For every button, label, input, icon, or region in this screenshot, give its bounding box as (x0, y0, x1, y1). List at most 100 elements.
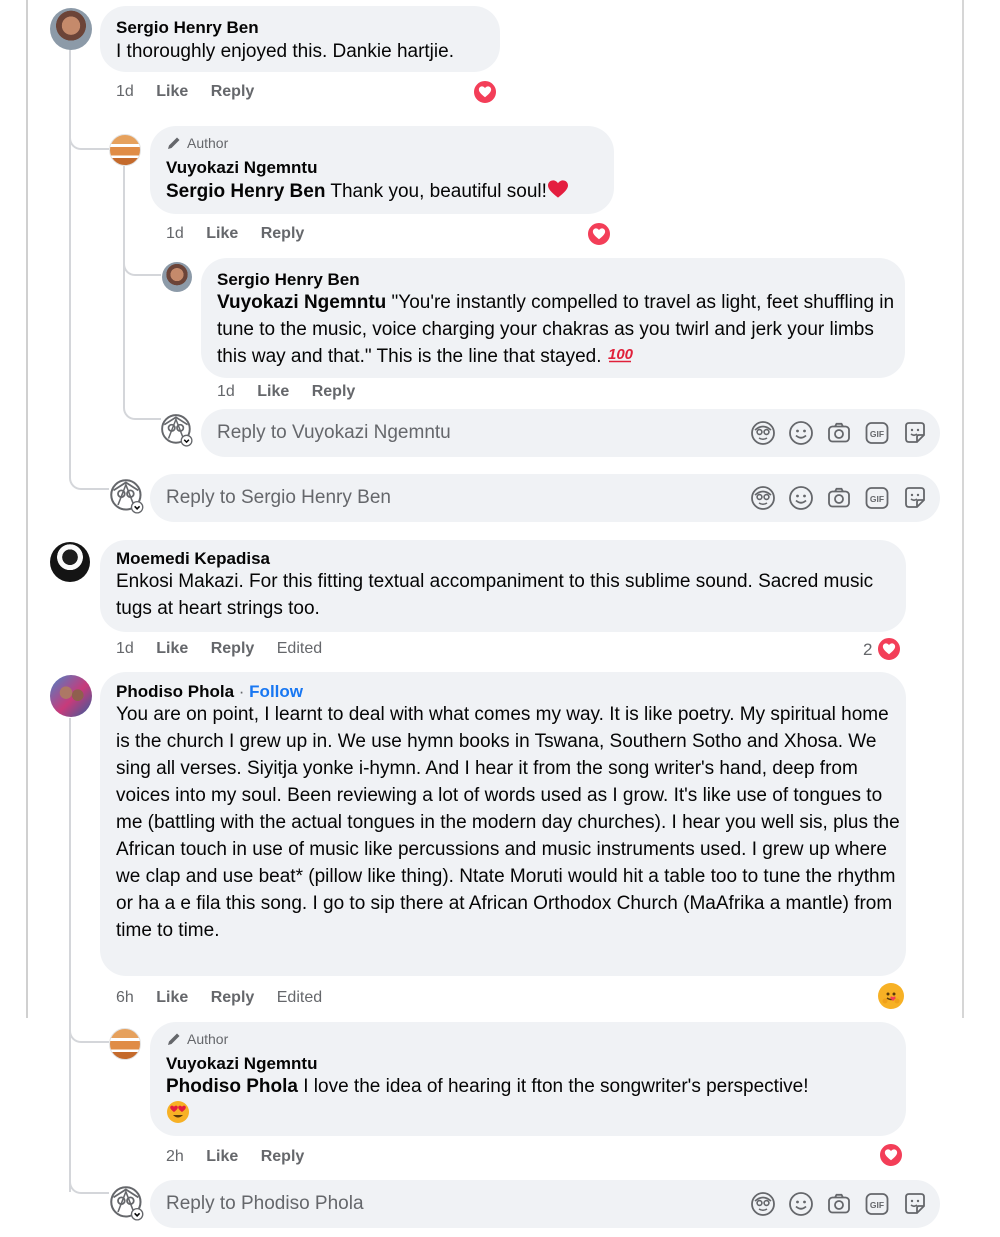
author-label: Author (187, 135, 229, 151)
comment-text: Vuyokazi Ngemntu "You're instantly compe… (217, 289, 897, 370)
avatar-sticker-icon[interactable] (750, 485, 776, 511)
comment-author-name[interactable]: Phodiso Phola (116, 682, 234, 701)
reply-button[interactable]: Reply (312, 383, 356, 400)
avatar-placeholder-icon[interactable] (160, 413, 194, 447)
avatar-sticker-icon[interactable] (750, 1191, 776, 1217)
comment-time[interactable]: 1d (217, 383, 235, 400)
comment-text: Enkosi Makazi. For this fitting textual … (116, 571, 874, 619)
reaction-count[interactable]: 2 (863, 640, 872, 660)
gif-icon[interactable] (864, 485, 890, 511)
reply-placeholder: Reply to Sergio Henry Ben (166, 487, 391, 508)
pencil-icon (168, 1033, 180, 1045)
comment-time[interactable]: 1d (116, 640, 134, 657)
sticker-icon[interactable] (902, 420, 928, 446)
reply-button[interactable]: Reply (261, 225, 305, 242)
heart-shape (882, 642, 896, 656)
thread-elbow (69, 460, 109, 490)
comment-actions: 1d Like Reply (217, 383, 373, 401)
emoji-icon[interactable] (788, 420, 814, 446)
reply-button[interactable]: Reply (261, 1148, 305, 1165)
comment-text: Phodiso Phola I love the idea of hearing… (166, 1073, 890, 1130)
comment-time[interactable]: 1d (166, 225, 184, 242)
composer-tools (750, 420, 928, 446)
mention-link[interactable]: Phodiso Phola (166, 1076, 298, 1097)
reply-button[interactable]: Reply (211, 83, 255, 100)
camera-icon[interactable] (826, 485, 852, 511)
avatar[interactable] (50, 8, 92, 50)
follow-link[interactable]: Follow (249, 682, 303, 701)
svg-text:100: 100 (608, 346, 633, 363)
comment-author-name[interactable]: Sergio Henry Ben (116, 18, 259, 38)
like-button[interactable]: Like (206, 225, 238, 242)
heart-reaction-icon[interactable] (472, 79, 498, 105)
emoji-icon[interactable] (788, 485, 814, 511)
avatar[interactable] (162, 262, 192, 292)
comment-text-body: Thank you, beautiful soul! (325, 181, 547, 202)
comment-actions: 6h Like Reply Edited (116, 989, 340, 1007)
like-button[interactable]: Like (206, 1148, 238, 1165)
reply-input[interactable]: Reply to Vuyokazi Ngemntu (201, 409, 940, 457)
gif-icon[interactable] (864, 420, 890, 446)
author-label: Author (187, 1031, 229, 1047)
reply-button[interactable]: Reply (211, 640, 255, 657)
reply-placeholder: Reply to Phodiso Phola (166, 1193, 364, 1214)
avatar-placeholder-icon[interactable] (109, 1185, 145, 1221)
mention-link[interactable]: Sergio Henry Ben (166, 181, 325, 202)
comment-author-name[interactable]: Vuyokazi Ngemntu (166, 1054, 317, 1074)
comment-author-name[interactable]: Sergio Henry Ben (217, 270, 360, 290)
like-button[interactable]: Like (156, 640, 188, 657)
panel-border-right (962, 0, 964, 1018)
avatar[interactable] (109, 1028, 141, 1060)
comment-author-name[interactable]: Vuyokazi Ngemntu (166, 158, 317, 178)
like-button[interactable]: Like (156, 989, 188, 1006)
comment-time[interactable]: 1d (116, 83, 134, 100)
reply-input[interactable]: Reply to Phodiso Phola (150, 1180, 940, 1228)
like-button[interactable]: Like (257, 383, 289, 400)
comment-time[interactable]: 2h (166, 1148, 184, 1165)
hundred-points-emoji-icon: 100 (608, 346, 633, 363)
sticker-icon[interactable] (902, 1191, 928, 1217)
comment-actions: 1d Like Reply Edited (116, 640, 340, 658)
heart-reaction-icon[interactable] (878, 1142, 904, 1168)
author-badge: Author (166, 1031, 228, 1047)
author-badge: Author (166, 135, 228, 151)
comment-text: You are on point, I learnt to deal with … (116, 704, 900, 941)
camera-icon[interactable] (826, 1191, 852, 1217)
emoji-icon[interactable] (788, 1191, 814, 1217)
hug-face-shape (882, 992, 900, 1004)
avatar[interactable] (50, 675, 92, 717)
thread-line (123, 166, 125, 404)
thread-elbow (123, 252, 161, 276)
comment-text-body: I love the idea of hearing it fton the s… (297, 1076, 809, 1097)
avatar[interactable] (50, 542, 90, 582)
avatar-placeholder-icon[interactable] (109, 478, 145, 514)
comment-author-name[interactable]: Moemedi Kepadisa (116, 549, 270, 569)
avatar[interactable] (109, 134, 141, 166)
comment-actions: 2h Like Reply (166, 1148, 322, 1166)
heart-reaction-icon[interactable] (586, 221, 612, 247)
avatar-sticker-icon[interactable] (750, 420, 776, 446)
thread-elbow (69, 120, 109, 150)
composer-tools (750, 485, 928, 511)
thread-elbow (69, 1015, 109, 1043)
heart-shape (478, 85, 492, 99)
sticker-icon[interactable] (902, 485, 928, 511)
edited-label[interactable]: Edited (277, 640, 322, 657)
thread-line (69, 48, 71, 468)
comment-text: I thoroughly enjoyed this. Dankie hartji… (116, 41, 454, 62)
reply-placeholder: Reply to Vuyokazi Ngemntu (217, 422, 451, 443)
like-button[interactable]: Like (156, 83, 188, 100)
comment-time[interactable]: 6h (116, 989, 134, 1006)
reply-button[interactable]: Reply (211, 989, 255, 1006)
edited-label[interactable]: Edited (277, 989, 322, 1006)
camera-icon[interactable] (826, 420, 852, 446)
mention-link[interactable]: Vuyokazi Ngemntu (217, 292, 386, 313)
heart-reaction-icon[interactable] (876, 636, 902, 662)
hug-reaction-icon[interactable] (878, 983, 904, 1009)
reply-input[interactable]: Reply to Sergio Henry Ben (150, 474, 940, 522)
thread-line (69, 718, 71, 1192)
thread-elbow (123, 396, 161, 420)
pencil-icon (168, 137, 180, 149)
gif-icon[interactable] (864, 1191, 890, 1217)
comment-text: Sergio Henry Ben Thank you, beautiful so… (166, 178, 569, 205)
